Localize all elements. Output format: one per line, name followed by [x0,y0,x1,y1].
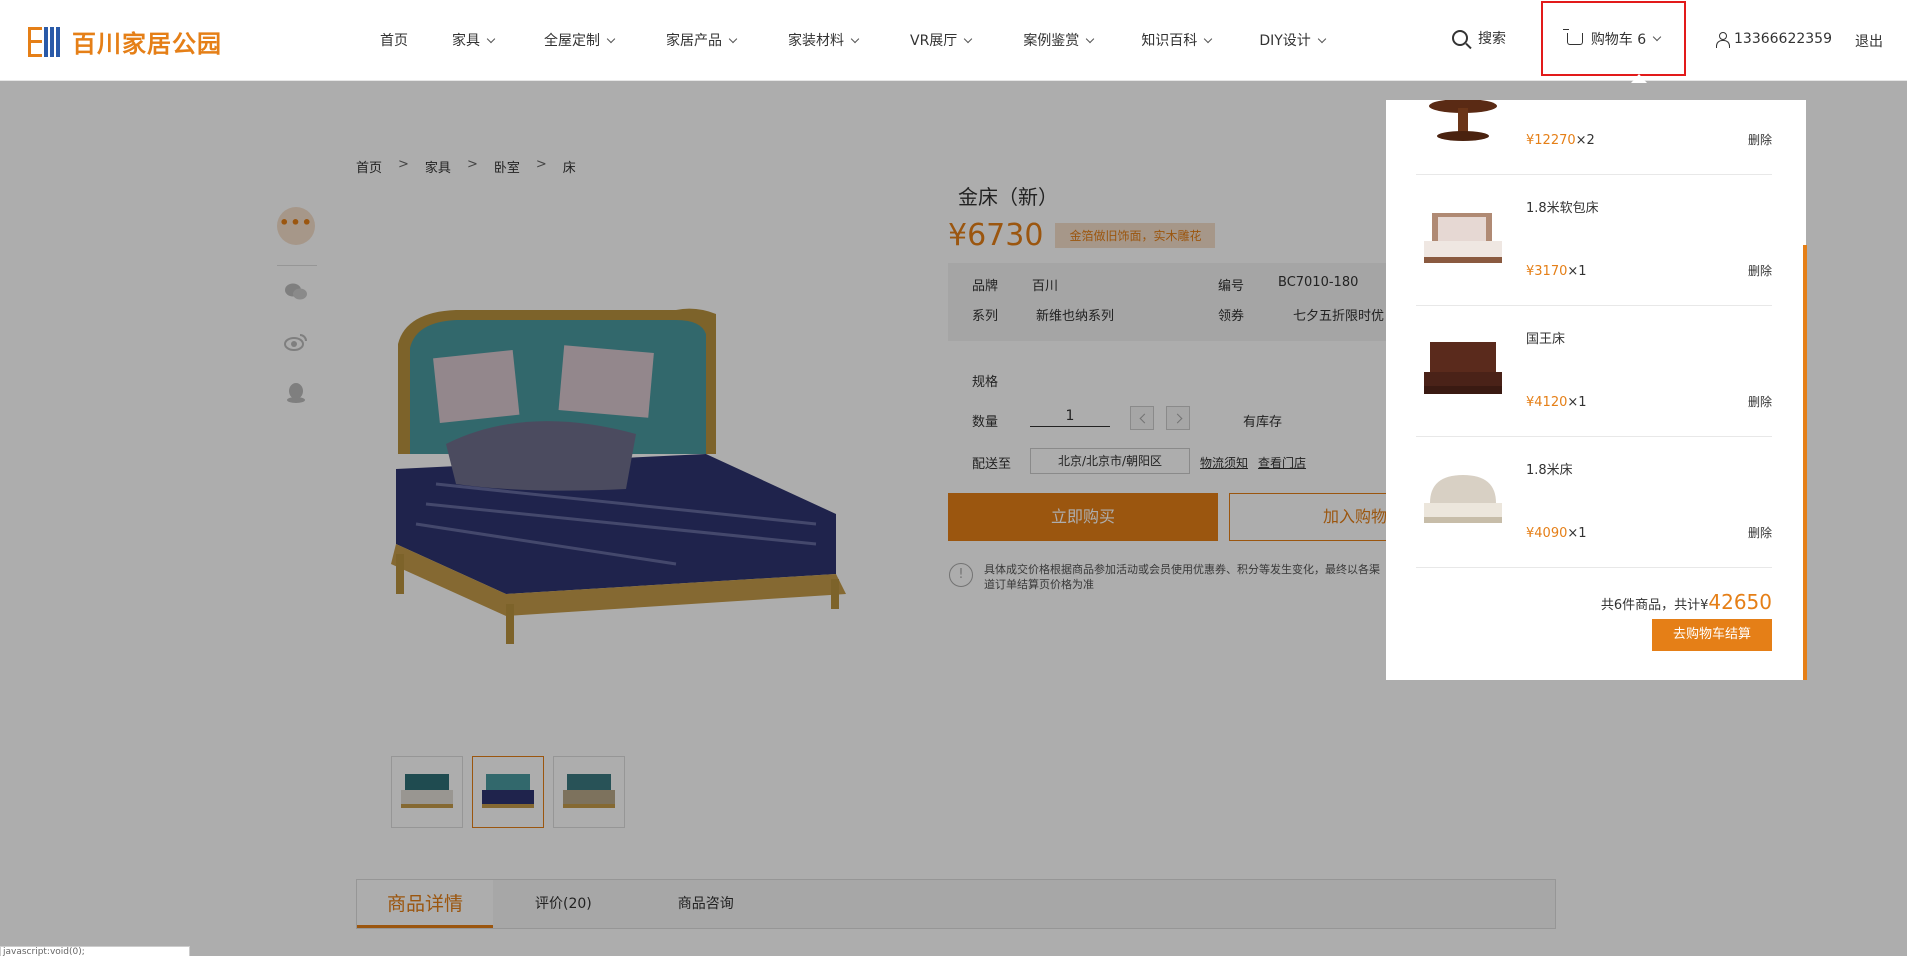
cart-item-image[interactable] [1420,205,1506,275]
chevron-down-icon [728,34,738,43]
chevron-down-icon [1204,34,1213,43]
cart-total: 共6件商品，共计¥42650 [1600,590,1772,614]
cart-item: 国王床 ¥4120×1 删除 [1416,306,1772,437]
nav-item-cases[interactable]: 案例鉴赏 [1023,30,1095,50]
cart-dropdown: ¥12270×2 删除 1.8米软包床 ¥3170×1 删除 国王床 ¥4120… [1386,99,1807,680]
cart-icon [1562,28,1583,45]
scrollbar[interactable] [1803,245,1807,680]
cart-item-price: ¥12270×2 [1526,133,1595,148]
cart-total-amount: 42650 [1708,590,1772,614]
cart-item-delete[interactable]: 删除 [1748,262,1772,279]
cart-item-delete[interactable]: 删除 [1748,131,1772,148]
chevron-down-icon [1086,34,1095,43]
status-bar: javascript:void(0); [0,946,190,956]
cart-item: 1.8米软包床 ¥3170×1 删除 [1416,175,1772,306]
cart-item: 1.8米床 ¥4090×1 删除 [1416,437,1772,568]
cart-item-image[interactable] [1420,336,1506,406]
nav-item-custom[interactable]: 全屋定制 [544,30,616,50]
checkout-button[interactable]: 去购物车结算 [1652,619,1772,651]
nav-item-vr[interactable]: VR展厅 [910,30,973,50]
logo-mark-icon [28,26,68,57]
nav-item-home[interactable]: 首页 [380,30,408,50]
nav-item-furniture[interactable]: 家具 [452,30,496,50]
cart-item-price: ¥4120×1 [1526,395,1587,410]
nav-item-diy[interactable]: DIY设计 [1259,30,1327,50]
cart-item-image[interactable] [1420,99,1506,144]
cart-item-image[interactable] [1420,467,1506,537]
logo[interactable]: 百川家居公园 [28,24,222,59]
chevron-down-icon [964,34,973,43]
nav-item-wiki[interactable]: 知识百科 [1141,30,1213,50]
chevron-down-icon [1652,32,1662,42]
cart-item-name[interactable]: 国王床 [1526,328,1565,347]
cart-item-price: ¥4090×1 [1526,526,1587,541]
main-nav: 首页 家具 全屋定制 家居产品 家装材料 VR展厅 案例鉴赏 知识百科 DIY设… [380,0,1327,80]
logo-text: 百川家居公园 [72,30,222,58]
cart-item: ¥12270×2 删除 [1416,44,1772,175]
chevron-down-icon [606,34,616,43]
cart-item-name[interactable]: 1.8米床 [1526,459,1573,478]
cart-item-price: ¥3170×1 [1526,264,1587,279]
nav-item-materials[interactable]: 家装材料 [788,30,860,50]
nav-item-home-products[interactable]: 家居产品 [666,30,738,50]
logout-link[interactable]: 退出 [1855,31,1883,51]
chevron-down-icon [1317,34,1327,43]
chevron-down-icon [850,34,860,43]
chevron-down-icon [486,34,496,43]
cart-item-delete[interactable]: 删除 [1748,524,1772,541]
cart-item-delete[interactable]: 删除 [1748,393,1772,410]
cart-item-name[interactable]: 1.8米软包床 [1526,197,1599,216]
